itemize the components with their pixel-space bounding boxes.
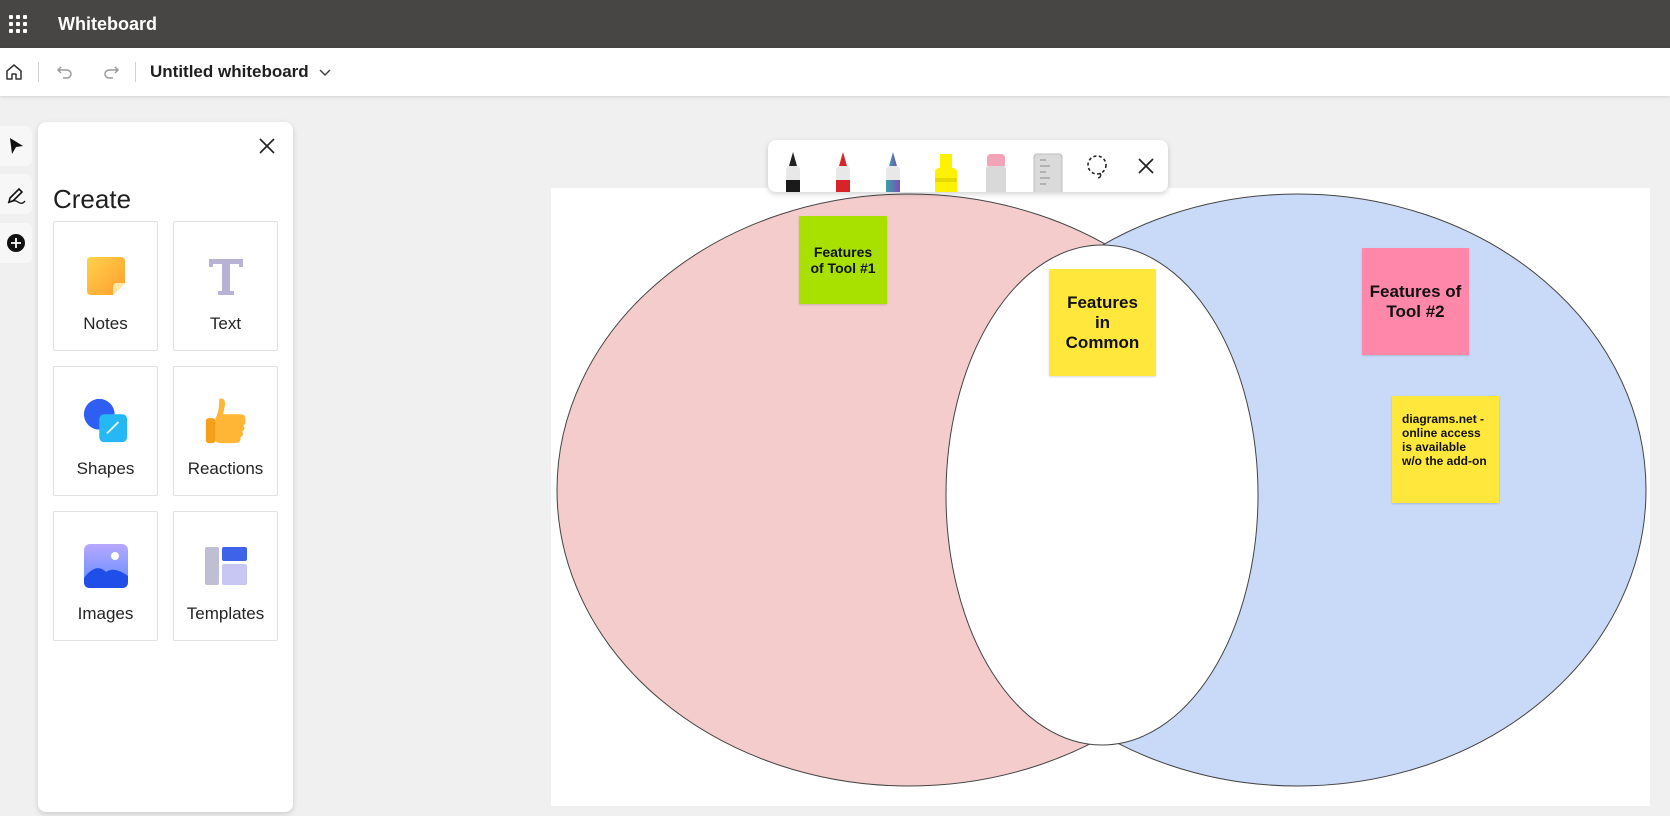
whiteboard-canvas[interactable]: Features of Tool #1 Features in Common F… xyxy=(551,188,1650,806)
ruler-icon[interactable] xyxy=(1032,150,1064,192)
plus-circle-icon xyxy=(7,234,25,252)
tile-label: Reactions xyxy=(187,459,264,478)
sticky-note-tool2[interactable]: Features of Tool #2 xyxy=(1362,248,1469,355)
close-icon[interactable] xyxy=(255,134,279,158)
sticky-note-common[interactable]: Features in Common xyxy=(1049,269,1156,376)
home-icon[interactable] xyxy=(0,58,28,86)
sticky-note-text: Features of Tool #2 xyxy=(1369,281,1462,321)
app-launcher-icon[interactable] xyxy=(0,0,36,48)
text-icon xyxy=(202,252,250,300)
sticky-note-diagrams[interactable]: diagrams.net - online access is availabl… xyxy=(1392,396,1499,503)
tile-label: Templates xyxy=(186,604,265,623)
tile-label: Shapes xyxy=(76,459,135,478)
tool-rail xyxy=(0,120,34,270)
sticky-note-icon xyxy=(82,252,130,300)
select-tool-button[interactable] xyxy=(0,126,32,166)
create-panel: Create Notes Text Shapes Reactions Image… xyxy=(38,122,293,812)
ink-toolbar xyxy=(768,140,1168,192)
image-icon xyxy=(82,542,130,590)
highlighter-icon[interactable] xyxy=(931,150,961,192)
reactions-tile[interactable]: Reactions xyxy=(173,366,278,496)
add-button[interactable] xyxy=(0,223,32,263)
templates-tile[interactable]: Templates xyxy=(173,511,278,641)
close-icon[interactable] xyxy=(1136,156,1156,176)
pointer-icon xyxy=(10,138,23,154)
divider xyxy=(135,62,136,82)
document-title[interactable]: Untitled whiteboard xyxy=(150,62,309,82)
ink-tool-button[interactable] xyxy=(0,174,32,214)
sticky-note-text: diagrams.net - online access is availabl… xyxy=(1402,412,1487,468)
app-title: Whiteboard xyxy=(58,13,157,34)
tile-label: Text xyxy=(209,314,242,333)
divider xyxy=(38,62,39,82)
sticky-note-text: Features in Common xyxy=(1065,292,1140,352)
pen-icon xyxy=(7,187,26,204)
black-pen-icon[interactable] xyxy=(780,150,806,192)
tile-label: Images xyxy=(77,604,134,623)
app-bar: Whiteboard xyxy=(0,0,1670,48)
lasso-icon[interactable] xyxy=(1084,153,1110,179)
redo-icon[interactable] xyxy=(97,58,125,86)
chevron-down-icon[interactable] xyxy=(317,64,333,80)
panel-title: Create xyxy=(53,184,132,214)
galaxy-pen-icon[interactable] xyxy=(880,150,906,192)
images-tile[interactable]: Images xyxy=(53,511,158,641)
templates-icon xyxy=(202,542,250,590)
red-pen-icon[interactable] xyxy=(830,150,856,192)
eraser-icon[interactable] xyxy=(982,150,1010,192)
sticky-note-tool1[interactable]: Features of Tool #1 xyxy=(799,216,887,304)
command-bar: Untitled whiteboard xyxy=(0,48,1670,96)
undo-icon[interactable] xyxy=(51,58,79,86)
thumbs-up-icon xyxy=(202,397,250,445)
shapes-icon xyxy=(82,397,130,445)
shapes-tile[interactable]: Shapes xyxy=(53,366,158,496)
text-tile[interactable]: Text xyxy=(173,221,278,351)
notes-tile[interactable]: Notes xyxy=(53,221,158,351)
sticky-note-text: Features of Tool #1 xyxy=(810,244,876,276)
tile-label: Notes xyxy=(83,314,128,333)
